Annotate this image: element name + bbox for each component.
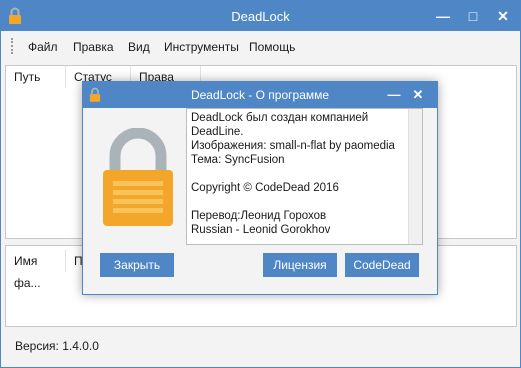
about-text-box[interactable]: DeadLock был создан компанией DeadLine. … [186, 108, 423, 245]
menu-grip-icon [11, 38, 16, 54]
dialog-minimize-button[interactable]: — [383, 82, 405, 108]
text-scrollbar[interactable] [408, 109, 422, 244]
menu-view[interactable]: Вид [128, 40, 150, 54]
about-line: Изображения: small-n-flat by paomedia [191, 140, 395, 152]
menu-file[interactable]: Файл [28, 40, 58, 54]
about-line: Russian - Leonid Gorokhov [191, 224, 331, 236]
title-bar[interactable]: DeadLock — □ ✕ [1, 1, 520, 31]
close-button[interactable]: Закрыть [100, 253, 174, 277]
close-button[interactable]: ✕ [489, 1, 517, 31]
about-dialog: DeadLock - О программе — ✕ DeadLock был … [82, 81, 438, 295]
about-line: Перевод:Леонид Горохов [191, 210, 327, 222]
dialog-title-bar[interactable]: DeadLock - О программе — ✕ [83, 82, 437, 108]
license-button[interactable]: Лицензия [263, 253, 337, 277]
about-line: DeadLock был создан компанией [191, 112, 369, 124]
version-label: Версия: 1.4.0.0 [15, 339, 99, 353]
codedead-button[interactable]: CodeDead [345, 253, 419, 277]
dialog-close-x-button[interactable]: ✕ [407, 82, 429, 108]
column-header-path[interactable]: Путь [6, 66, 66, 88]
maximize-button[interactable]: □ [459, 1, 487, 31]
about-line: DeadLine. [191, 126, 244, 138]
column-header-filename[interactable]: Имя фа... [6, 250, 66, 290]
menu-edit[interactable]: Правка [73, 40, 114, 54]
menu-tools[interactable]: Инструменты [164, 40, 239, 54]
menu-help[interactable]: Помощь [249, 40, 295, 54]
minimize-button[interactable]: — [429, 1, 457, 31]
copyright-line: Copyright © CodeDead 2016 [191, 182, 339, 194]
padlock-logo-icon [103, 128, 173, 226]
about-line: Тема: SyncFusion [191, 154, 285, 166]
